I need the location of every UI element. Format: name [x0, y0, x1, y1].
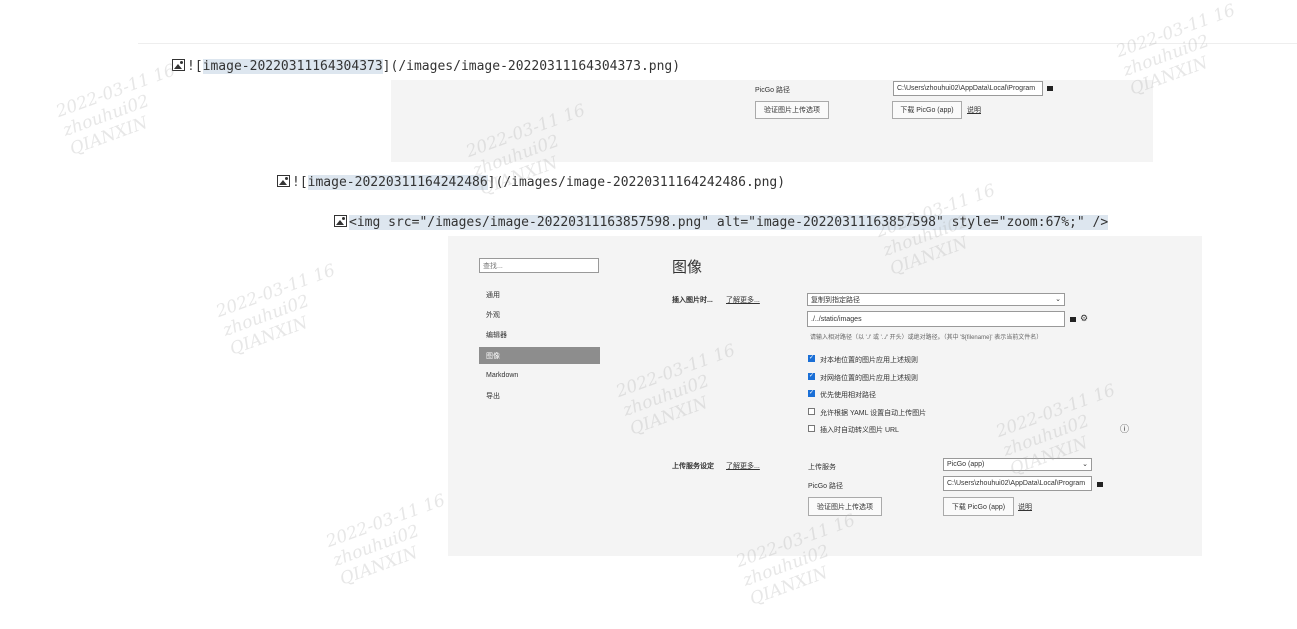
verify-upload-button[interactable]: 验证图片上传选项 [755, 101, 829, 119]
checkbox-label: 优先使用相对路径 [820, 392, 876, 399]
watermark: 2022-03-11 16 zhouhui02 QIANXIN [323, 490, 448, 590]
top-divider [138, 43, 1297, 44]
learn-more-link[interactable]: 了解更多... [726, 295, 760, 305]
help-link[interactable]: 说明 [1018, 502, 1032, 512]
service-label: 上传服务 [808, 464, 836, 471]
sidebar-item-markdown[interactable]: Markdown [479, 367, 600, 384]
checkbox-local-images[interactable] [808, 354, 815, 362]
image-alt-text: image-20220311164304373 [202, 59, 383, 74]
sidebar-item-general[interactable]: 通用 [479, 286, 600, 303]
checkbox-relative-path[interactable] [808, 389, 815, 397]
bracket-open: ![ [292, 175, 308, 190]
image-alt-text: image-20220311164242486 [307, 175, 488, 190]
watermark: 2022-03-11 16 zhouhui02 QIANXIN [53, 60, 178, 160]
checkbox-label: 插入时自动转义图片 URL [820, 427, 899, 434]
picgo-path-field[interactable]: C:\Users\zhouhui02\AppData\Local\Program [893, 81, 1043, 96]
gear-icon[interactable]: ⚙ [1080, 313, 1088, 324]
markdown-image-line-1[interactable]: ![image-20220311164304373](/images/image… [172, 58, 680, 76]
checkbox-label: 允许根据 YAML 设置自动上传图片 [820, 410, 927, 417]
checkbox-escape-url[interactable] [808, 425, 815, 432]
watermark: 2022-03-11 16 zhouhui02 QIANXIN [213, 260, 338, 360]
image-url: ](/images/image-20220311164242486.png) [487, 175, 786, 190]
verify-upload-button[interactable]: 验证图片上传选项 [808, 497, 882, 516]
image-url: ](/images/image-20220311164304373.png) [382, 59, 681, 74]
folder-icon[interactable] [1097, 482, 1103, 487]
download-picgo-button[interactable]: 下载 PicGo (app) [892, 101, 962, 119]
sidebar-item-export[interactable]: 导出 [479, 387, 600, 404]
picgo-path-field[interactable]: C:\Users\zhouhui02\AppData\Local\Program [943, 476, 1092, 491]
screenshot-preview-top: PicGo 路径 C:\Users\zhouhui02\AppData\Loca… [391, 80, 1153, 162]
picgo-path-label: PicGo 路径 [808, 483, 844, 490]
path-hint: 请输入相对路径（以 './' 或 '../' 开头）或绝对路径。（其中 '${f… [810, 335, 1043, 341]
checkbox-yaml-upload[interactable] [808, 408, 815, 415]
learn-more-link[interactable]: 了解更多... [726, 461, 760, 471]
download-picgo-button[interactable]: 下载 PicGo (app) [943, 497, 1014, 516]
bracket-open: ![ [187, 59, 203, 74]
chevron-down-icon: ⌄ [1082, 461, 1088, 468]
insert-image-label: 插入图片时... [672, 297, 713, 304]
checkbox-label: 对本地位置的图片应用上述规则 [820, 357, 918, 364]
info-icon[interactable]: ⓘ [1120, 422, 1129, 435]
html-img-code: <img src="/images/image-2022031116385759… [349, 215, 1109, 230]
folder-icon[interactable] [1047, 86, 1053, 91]
help-link[interactable]: 说明 [967, 105, 981, 115]
image-icon [172, 59, 185, 71]
image-icon [334, 215, 347, 227]
image-icon [277, 175, 290, 187]
sidebar-item-image[interactable]: 图像 [479, 347, 600, 364]
markdown-image-line-2[interactable]: ![image-20220311164242486](/images/image… [277, 174, 785, 192]
checkbox-network-images[interactable] [808, 372, 815, 380]
picgo-path-label: PicGo 路径 [755, 87, 791, 94]
html-image-line[interactable]: <img src="/images/image-2022031116385759… [334, 214, 1109, 232]
sidebar-item-appearance[interactable]: 外观 [479, 306, 600, 323]
insert-action-select[interactable]: 复制到指定路径 ⌄ [807, 293, 1065, 306]
folder-icon[interactable] [1070, 317, 1076, 322]
upload-service-select[interactable]: PicGo (app) ⌄ [943, 458, 1092, 471]
image-path-input[interactable]: ./../static/images [807, 311, 1065, 327]
sidebar-item-editor[interactable]: 编辑器 [479, 326, 600, 343]
search-input[interactable]: 查找... [479, 258, 599, 273]
checkbox-label: 对网络位置的图片应用上述规则 [820, 375, 918, 382]
upload-service-label: 上传服务设定 [672, 463, 714, 470]
chevron-down-icon: ⌄ [1055, 296, 1061, 303]
page-title: 图像 [672, 259, 703, 276]
